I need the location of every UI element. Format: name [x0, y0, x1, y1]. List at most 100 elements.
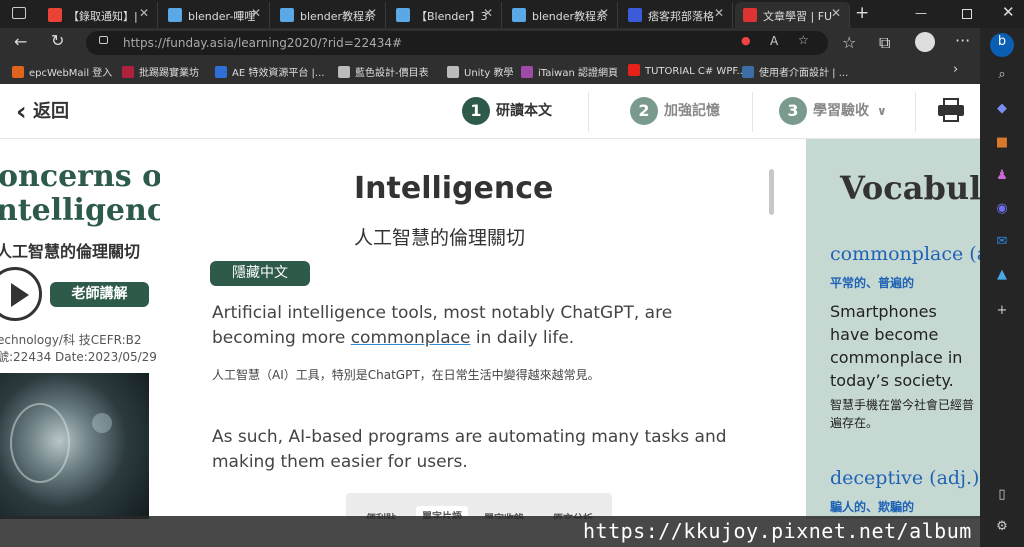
close-tab-icon[interactable]: ✕ — [139, 6, 149, 20]
category-meta: echnology/科 技CEFR:B2 — [0, 333, 142, 347]
close-tab-icon[interactable]: ✕ — [714, 6, 724, 20]
step-number: 3 — [779, 97, 807, 125]
cover-title-line2: ntelligence — [0, 193, 160, 228]
close-window-button[interactable]: ✕ — [1002, 3, 1015, 21]
vocab-example-1: Smartphones have become commonplace in t… — [830, 302, 963, 390]
hide-chinese-button[interactable]: 隱藏中文 — [210, 261, 310, 286]
bookmark-label: 藍色設計-價目表 — [355, 68, 429, 79]
bookmark-item[interactable]: 使用者介面設計 | ... — [742, 64, 848, 79]
step-number: 1 — [462, 97, 490, 125]
browser-tab[interactable]: 文章學習 | FU ✕ — [735, 2, 850, 28]
refresh-icon[interactable]: ↻ — [51, 31, 64, 50]
vocab-example-1-translation: 智慧手機在當今社會已經普遍存在。 — [830, 398, 975, 430]
read-aloud-icon[interactable]: A — [770, 34, 778, 48]
back-label: 返回 — [33, 101, 69, 122]
article-cover-panel: oncerns of ntelligence 人工智慧的倫理關切 老師講解 ec… — [0, 139, 160, 519]
bookmark-item[interactable]: epcWebMail 登入 — [12, 64, 112, 79]
vocab-word-2[interactable]: deceptive (adj.) — [830, 467, 979, 489]
browser-tab[interactable]: blender教程系 ✕ — [272, 2, 386, 28]
close-tab-icon[interactable]: ✕ — [483, 6, 493, 20]
bookmark-item[interactable]: Unity 教學 — [447, 64, 513, 79]
browser-tab[interactable]: 【Blender】3 ✕ — [388, 2, 502, 28]
bookmark-favicon — [338, 66, 350, 78]
bookmark-favicon — [521, 66, 533, 78]
outlook-icon[interactable]: ✉ — [993, 233, 1011, 251]
edge-sidebar: b ⌕ ◆ ■ ♟ ◉ ✉ ▲ + ▯ ⚙ — [980, 28, 1024, 547]
search-icon[interactable]: ⌕ — [993, 66, 1011, 84]
close-tab-icon[interactable]: ✕ — [251, 6, 261, 20]
vocab-word-2-meaning: 騙人的、欺騙的 — [830, 500, 915, 514]
sidebar-toggle-icon[interactable]: ▯ — [993, 486, 1011, 504]
scrollbar[interactable] — [769, 169, 774, 215]
shopping-tag-icon[interactable]: ◆ — [993, 100, 1011, 118]
browser-tab-strip: 【錄取通知】| ✕ blender-嗶哩 ✕ blender教程系 ✕ 【Blender】3… — [0, 0, 1024, 28]
microsoft365-icon[interactable]: ◉ — [993, 200, 1011, 218]
pixnet-icon — [628, 8, 642, 22]
play-button[interactable] — [0, 267, 42, 321]
add-sidebar-app-icon[interactable]: + — [993, 302, 1011, 320]
step-tab-3[interactable]: 3 學習驗收 ∨ — [779, 97, 887, 127]
browser-tab[interactable]: 痞客邦部落格 ✕ — [620, 2, 733, 28]
bookmark-item[interactable]: iTaiwan 認證網頁 — [521, 64, 618, 79]
article-main: Intelligence 人工智慧的倫理關切 隱藏中文 Artificial i… — [160, 139, 806, 519]
settings-icon[interactable]: ⚙ — [993, 518, 1011, 536]
browser-tab[interactable]: blender-嗶哩 ✕ — [160, 2, 270, 28]
tools-briefcase-icon[interactable]: ■ — [993, 134, 1011, 152]
teacher-explain-button[interactable]: 老師講解 — [50, 282, 149, 307]
bookmark-favicon — [628, 64, 640, 76]
print-icon[interactable] — [938, 98, 964, 124]
bookmark-favicon — [122, 66, 134, 78]
divider — [915, 92, 916, 132]
more-options-icon[interactable]: ··· — [955, 31, 970, 50]
bookmark-item[interactable]: TUTORIAL C# WPF... — [628, 64, 746, 77]
favorites-icon[interactable]: ☆ — [842, 33, 856, 52]
browser-tab[interactable]: 【錄取通知】| ✕ — [40, 2, 158, 28]
play-icon — [11, 283, 29, 307]
restore-button[interactable] — [962, 9, 972, 19]
bookmark-label: epcWebMail 登入 — [29, 68, 113, 79]
back-link[interactable]: ‹ 返回 — [16, 97, 69, 127]
vocabulary-panel: Vocabula commonplace (a 平常的、普遍的 Smartpho… — [806, 139, 980, 519]
learning-nav: ‹ 返回 1 研讀本文 2 加強記憶 3 學習驗收 ∨ — [0, 84, 980, 139]
new-tab-button[interactable]: + — [855, 3, 869, 23]
url-field[interactable]: https://funday.asia/learning2020/?rid=22… — [86, 31, 828, 55]
drop-icon[interactable]: ▲ — [993, 266, 1011, 284]
minimize-button[interactable]: — — [915, 6, 927, 20]
divider — [752, 92, 753, 132]
funday-icon — [743, 8, 757, 22]
tab-label: blender教程系 — [532, 10, 608, 23]
games-icon[interactable]: ♟ — [993, 167, 1011, 185]
bookmark-favicon — [215, 66, 227, 78]
lock-icon — [99, 36, 108, 44]
cover-title-line1: oncerns of — [0, 159, 160, 194]
browser-tab[interactable]: blender教程系 ✕ — [504, 2, 618, 28]
close-tab-icon[interactable]: ✕ — [831, 6, 841, 20]
tab-label: 痞客邦部落格 — [648, 10, 714, 23]
article-subtitle: 人工智慧的倫理關切 — [354, 227, 526, 249]
close-tab-icon[interactable]: ✕ — [599, 6, 609, 20]
bookmark-item[interactable]: AE 特效資源平台 |... — [215, 64, 324, 79]
chevron-left-icon: ‹ — [16, 97, 27, 127]
back-arrow-icon[interactable]: ← — [14, 32, 27, 51]
vocab-word-1-meaning: 平常的、普遍的 — [830, 276, 915, 290]
step-tab-2[interactable]: 2 加強記憶 — [630, 97, 720, 127]
bing-icon[interactable]: b — [990, 33, 1014, 57]
article-title: Intelligence — [354, 171, 554, 206]
vocab-word-1[interactable]: commonplace (a — [830, 243, 980, 265]
vocab-link-commonplace[interactable]: commonplace — [351, 328, 471, 348]
bookmark-label: 使用者介面設計 | ... — [759, 68, 849, 79]
bookmark-item[interactable]: 批踢踢實業坊 — [122, 64, 199, 79]
step-label: 加強記憶 — [664, 103, 720, 119]
url-text: https://funday.asia/learning2020/?rid=22… — [123, 36, 403, 50]
step-tab-1[interactable]: 1 研讀本文 — [462, 97, 552, 127]
bookmark-item[interactable]: 藍色設計-價目表 — [338, 64, 429, 79]
profile-avatar[interactable] — [915, 32, 935, 52]
bilibili-icon — [512, 8, 526, 22]
mic-blocked-icon[interactable]: ● — [741, 34, 751, 47]
step-label: 學習驗收 — [813, 103, 869, 119]
collections-icon[interactable]: ⧉ — [879, 33, 890, 53]
add-favorite-icon[interactable]: ☆ — [798, 33, 809, 47]
tab-actions-icon[interactable] — [12, 7, 26, 19]
chevron-right-icon[interactable]: › — [953, 62, 958, 77]
close-tab-icon[interactable]: ✕ — [367, 6, 377, 20]
